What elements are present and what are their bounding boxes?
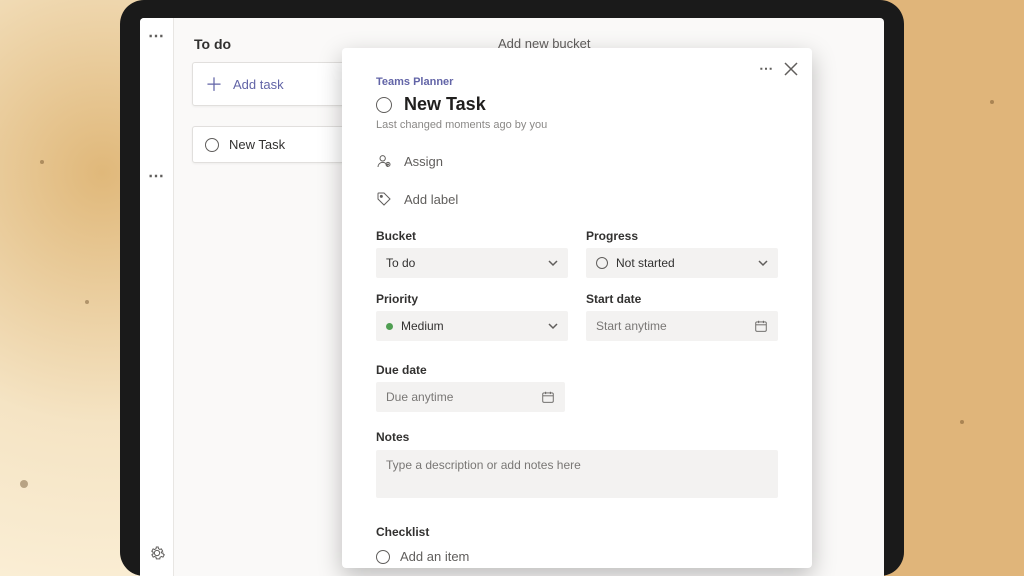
start-date-field: Start date Start anytime bbox=[586, 292, 778, 341]
plus-icon: ＋ bbox=[205, 71, 223, 97]
priority-field: Priority Medium bbox=[376, 292, 568, 341]
add-label-text: Add label bbox=[404, 192, 458, 207]
calendar-icon bbox=[541, 390, 555, 404]
priority-select[interactable]: Medium bbox=[376, 311, 568, 341]
gear-icon bbox=[149, 545, 165, 561]
task-detail-dialog: ⋯ Teams Planner New Task Last changed mo… bbox=[342, 48, 812, 568]
notes-label: Notes bbox=[376, 430, 778, 444]
checklist-add-item[interactable]: Add an item bbox=[376, 549, 778, 564]
person-icon bbox=[376, 153, 392, 169]
last-changed-text: Last changed moments ago by you bbox=[376, 119, 778, 131]
more-icon[interactable]: ⋯ bbox=[148, 26, 165, 46]
dialog-more-icon[interactable]: ⋯ bbox=[759, 60, 774, 77]
due-date-input[interactable]: Due anytime bbox=[376, 382, 565, 412]
board-area: To do ＋ Add task New Task Add new bucket… bbox=[174, 18, 884, 576]
add-task-label: Add task bbox=[233, 77, 284, 92]
task-complete-radio[interactable] bbox=[205, 138, 219, 152]
assign-button[interactable]: Assign bbox=[376, 153, 778, 169]
chevron-down-icon bbox=[758, 258, 768, 268]
breadcrumb[interactable]: Teams Planner bbox=[376, 76, 778, 88]
progress-label: Progress bbox=[586, 229, 778, 243]
close-icon[interactable] bbox=[784, 62, 798, 76]
checklist-label: Checklist bbox=[376, 525, 778, 539]
tag-icon bbox=[376, 191, 392, 207]
app-rail: ⋯ ⋯ bbox=[140, 18, 174, 576]
start-date-label: Start date bbox=[586, 292, 778, 306]
assign-label: Assign bbox=[404, 154, 443, 169]
bucket-select[interactable]: To do bbox=[376, 248, 568, 278]
start-date-input[interactable]: Start anytime bbox=[586, 311, 778, 341]
progress-select[interactable]: Not started bbox=[586, 248, 778, 278]
due-date-label: Due date bbox=[376, 363, 565, 377]
due-date-field: Due date Due anytime bbox=[376, 363, 565, 412]
more-icon[interactable]: ⋯ bbox=[148, 166, 165, 186]
task-title[interactable]: New Task bbox=[404, 94, 486, 115]
calendar-icon bbox=[754, 319, 768, 333]
priority-dot-icon bbox=[386, 323, 393, 330]
dialog-complete-radio[interactable] bbox=[376, 97, 392, 113]
chevron-down-icon bbox=[548, 258, 558, 268]
add-label-button[interactable]: Add label bbox=[376, 191, 778, 207]
settings-button[interactable] bbox=[149, 545, 165, 566]
progress-status-icon bbox=[596, 257, 608, 269]
app-screen: ⋯ ⋯ To do ＋ Add task New Task Add new bu… bbox=[140, 18, 884, 576]
checklist-radio-icon bbox=[376, 550, 390, 564]
progress-field: Progress Not started bbox=[586, 229, 778, 278]
priority-label: Priority bbox=[376, 292, 568, 306]
bucket-label: Bucket bbox=[376, 229, 568, 243]
notes-textarea[interactable] bbox=[376, 450, 778, 498]
chevron-down-icon bbox=[548, 321, 558, 331]
task-name: New Task bbox=[229, 137, 285, 152]
bucket-field: Bucket To do bbox=[376, 229, 568, 278]
tablet-frame: ⋯ ⋯ To do ＋ Add task New Task Add new bu… bbox=[120, 0, 904, 576]
